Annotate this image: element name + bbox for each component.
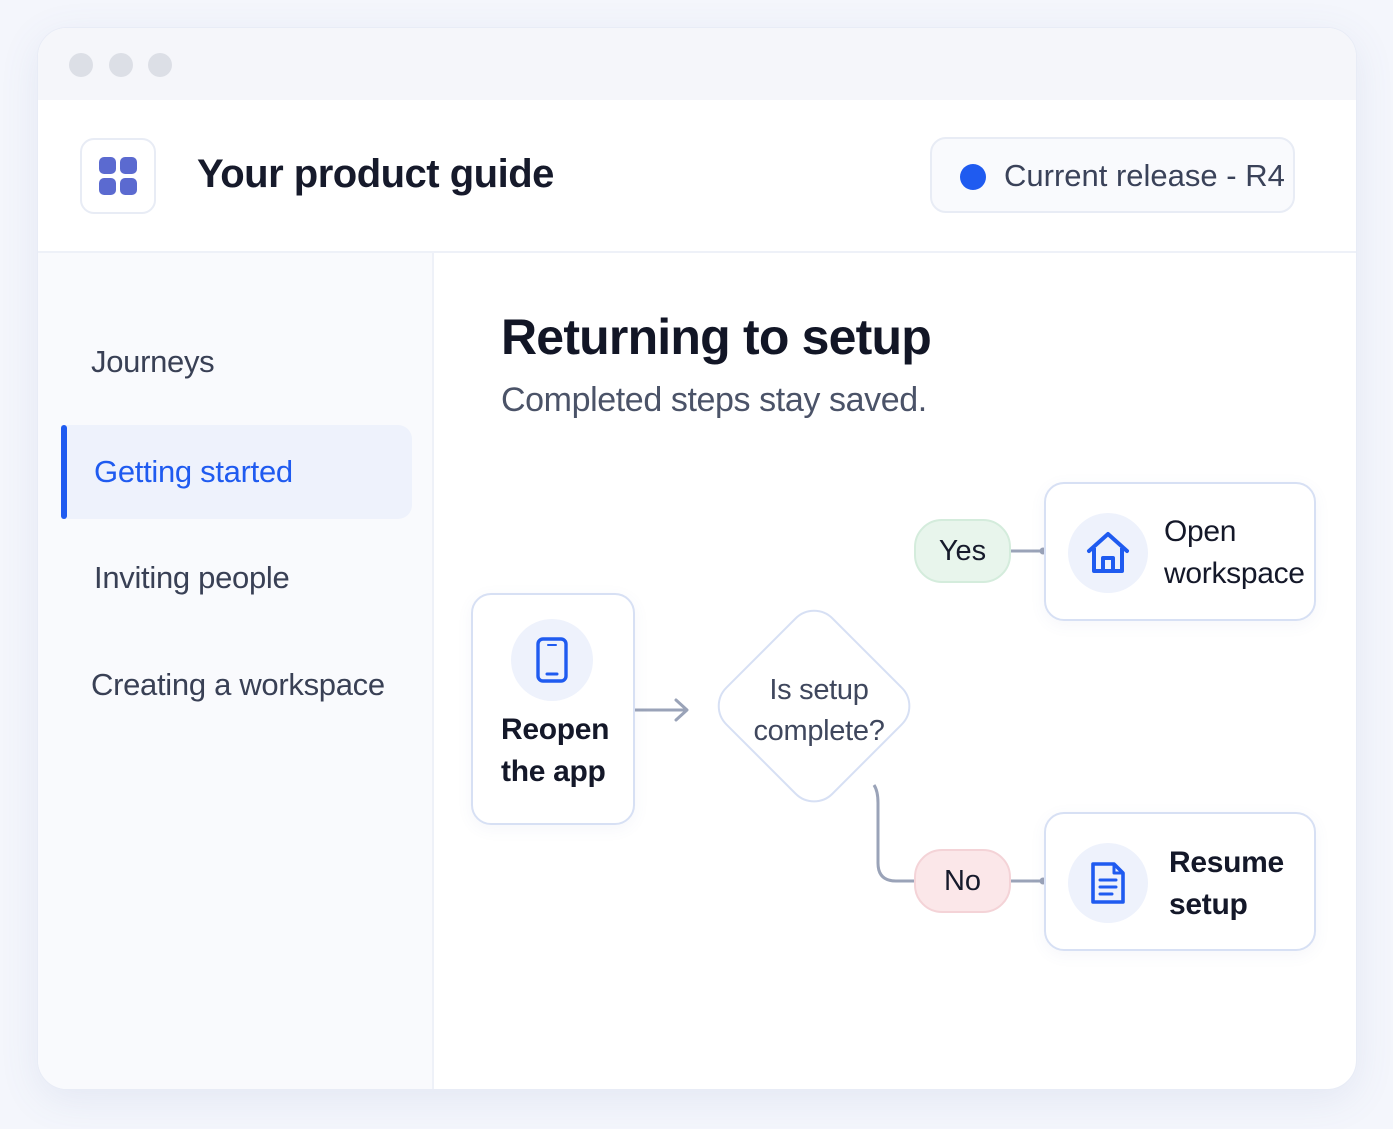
- status-dot-icon: [960, 164, 986, 190]
- window-close-dot[interactable]: [69, 53, 93, 77]
- start-node-line1: Reopen: [501, 713, 610, 746]
- start-node-label: Reopen the app: [501, 709, 610, 793]
- resume-setup-node[interactable]: Resume setup: [1044, 812, 1316, 951]
- decision-line1: Is setup: [769, 674, 869, 706]
- sidebar-item-label: Creating a workspace: [91, 667, 385, 702]
- flowchart: Reopen the app Is setup complete? Yes No: [436, 253, 1356, 1089]
- start-node-line2: the app: [501, 755, 606, 788]
- document-icon: [1068, 843, 1148, 923]
- open-workspace-line2: workspace: [1164, 557, 1305, 590]
- sidebar-item-label: Journeys: [91, 344, 215, 379]
- main-content: Returning to setup Completed steps stay …: [436, 253, 1356, 1089]
- sidebar-item-creating-workspace[interactable]: Creating a workspace: [61, 638, 412, 732]
- open-workspace-line1: Open: [1164, 515, 1237, 548]
- decision-line2: complete?: [753, 715, 885, 747]
- release-badge: Current release - R4: [930, 137, 1295, 213]
- app-window: Your product guide Current release - R4 …: [37, 27, 1357, 1090]
- window-titlebar: [38, 28, 1356, 100]
- resume-setup-line2: setup: [1169, 888, 1248, 921]
- decision-label: Is setup complete?: [739, 670, 899, 752]
- no-pill[interactable]: No: [914, 849, 1011, 913]
- active-indicator: [61, 425, 67, 519]
- app-title: Your product guide: [197, 152, 554, 196]
- window-minimize-dot[interactable]: [109, 53, 133, 77]
- release-label: Current release - R4: [1004, 158, 1285, 193]
- start-node[interactable]: Reopen the app: [471, 593, 635, 825]
- sidebar-item-label: Inviting people: [94, 560, 290, 595]
- resume-setup-line1: Resume: [1169, 846, 1284, 879]
- open-workspace-node[interactable]: Open workspace: [1044, 482, 1316, 621]
- open-workspace-label: Open workspace: [1164, 511, 1305, 595]
- connector-decision-to-no: [872, 784, 914, 883]
- window-maximize-dot[interactable]: [148, 53, 172, 77]
- apps-grid-icon[interactable]: [80, 138, 156, 214]
- sidebar-item-journeys[interactable]: Journeys: [61, 315, 412, 409]
- phone-icon: [511, 619, 593, 701]
- sidebar-item-getting-started[interactable]: Getting started: [61, 425, 412, 519]
- sidebar-item-inviting-people[interactable]: Inviting people: [61, 531, 412, 625]
- sidebar-item-label: Getting started: [94, 454, 293, 489]
- sidebar: Journeys Getting started Inviting people…: [38, 253, 434, 1089]
- yes-pill[interactable]: Yes: [914, 519, 1011, 583]
- app-header: Your product guide Current release - R4: [38, 100, 1356, 253]
- resume-setup-label: Resume setup: [1169, 842, 1284, 926]
- home-icon: [1068, 513, 1148, 593]
